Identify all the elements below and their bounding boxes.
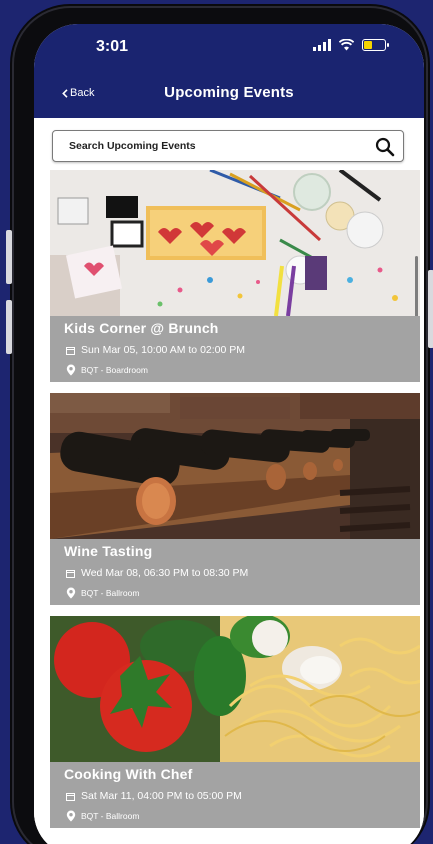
event-date: Sat Mar 11, 04:00 PM to 05:00 PM — [66, 790, 242, 802]
battery-icon — [362, 39, 389, 51]
event-title: Wine Tasting — [64, 543, 153, 559]
event-location-text: BQT - Ballroom — [81, 811, 140, 821]
event-location: BQT - Ballroom — [66, 587, 139, 599]
event-info: Kids Corner @ Brunch Sun Mar 05, 10:00 A… — [50, 316, 420, 382]
art-supplies-image — [50, 170, 420, 316]
event-title: Cooking With Chef — [64, 766, 193, 782]
phone-side-button — [6, 300, 12, 354]
search-box — [52, 130, 404, 162]
event-date-text: Sat Mar 11, 04:00 PM to 05:00 PM — [81, 790, 242, 802]
event-location-text: BQT - Boardroom — [81, 365, 148, 375]
phone-side-button — [428, 270, 433, 348]
battery-level — [364, 41, 372, 49]
event-date: Sun Mar 05, 10:00 AM to 02:00 PM — [66, 344, 245, 356]
event-date: Wed Mar 08, 06:30 PM to 08:30 PM — [66, 567, 248, 579]
status-icons — [313, 39, 389, 51]
event-info: Cooking With Chef Sat Mar 11, 04:00 PM t… — [50, 762, 420, 828]
event-location-text: BQT - Ballroom — [81, 588, 140, 598]
phone-side-button — [6, 230, 12, 284]
event-card[interactable]: Cooking With Chef Sat Mar 11, 04:00 PM t… — [50, 616, 420, 828]
phone-screen: 3:01 Back Upcoming Events Search Upcomin… — [34, 24, 424, 844]
event-date-text: Sun Mar 05, 10:00 AM to 02:00 PM — [81, 344, 246, 356]
location-pin-icon — [66, 587, 76, 599]
event-card[interactable]: Wine Tasting Wed Mar 08, 06:30 PM to 08:… — [50, 393, 420, 605]
phone-frame: 3:01 Back Upcoming Events Search Upcomin… — [6, 8, 433, 844]
event-title: Kids Corner @ Brunch — [64, 320, 219, 336]
event-info: Wine Tasting Wed Mar 08, 06:30 PM to 08:… — [50, 539, 420, 605]
page-title: Upcoming Events — [164, 84, 294, 101]
event-location: BQT - Boardroom — [66, 364, 148, 376]
events-content: Kids Corner @ Brunch Sun Mar 05, 10:00 A… — [34, 118, 424, 844]
event-date-text: Wed Mar 08, 06:30 PM to 08:30 PM — [81, 567, 249, 579]
status-time: 3:01 — [96, 38, 129, 55]
wifi-icon — [339, 39, 354, 51]
calendar-icon — [66, 569, 75, 578]
search-input[interactable] — [53, 131, 353, 161]
cellular-signal-icon — [313, 39, 331, 51]
location-pin-icon — [66, 364, 76, 376]
wine-rack-image — [50, 393, 420, 539]
navigation-bar: Back Upcoming Events — [34, 70, 424, 118]
tomato-pasta-image — [50, 616, 420, 762]
event-location: BQT - Ballroom — [66, 810, 139, 822]
event-card[interactable]: Kids Corner @ Brunch Sun Mar 05, 10:00 A… — [50, 170, 420, 382]
search-icon[interactable] — [375, 137, 395, 157]
calendar-icon — [66, 792, 75, 801]
status-bar: 3:01 — [34, 24, 424, 70]
location-pin-icon — [66, 810, 76, 822]
calendar-icon — [66, 346, 75, 355]
event-list: Kids Corner @ Brunch Sun Mar 05, 10:00 A… — [50, 170, 420, 839]
